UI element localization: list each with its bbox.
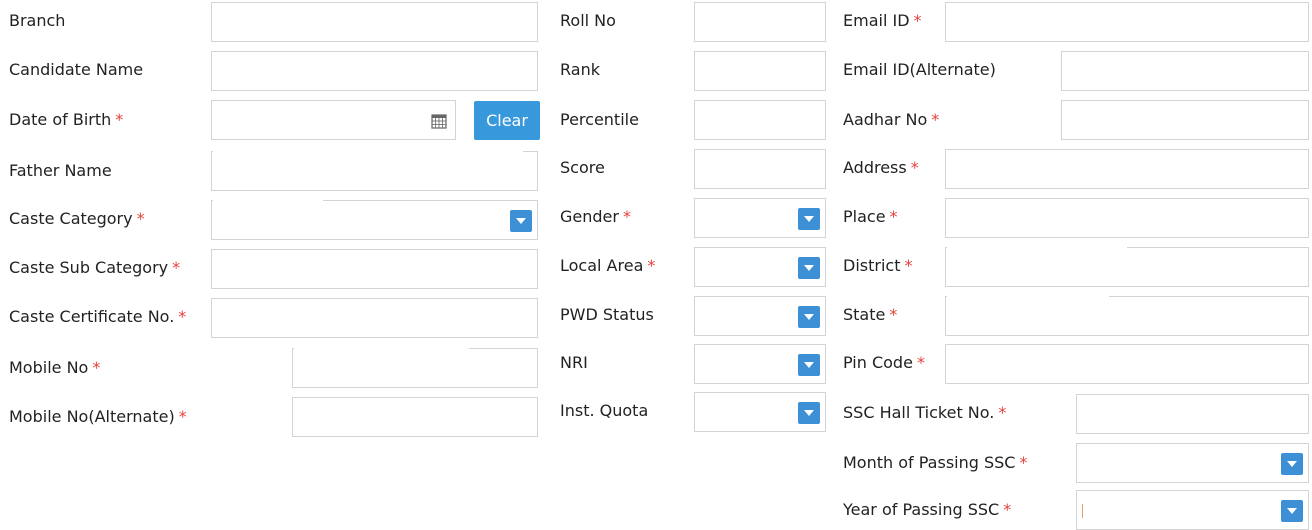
district-label: District *: [843, 256, 913, 275]
chevron-down-icon[interactable]: [798, 402, 820, 424]
caste-sub-category-input[interactable]: [211, 249, 538, 289]
nri-label: NRI: [560, 353, 588, 372]
month-ssc-label: Month of Passing SSC *: [843, 453, 1028, 472]
ssc-hall-ticket-input[interactable]: [1076, 394, 1309, 434]
border-gap: [947, 295, 1109, 298]
calendar-icon[interactable]: [431, 113, 447, 129]
email-alt-input[interactable]: [1061, 51, 1309, 91]
required-star: *: [889, 207, 898, 226]
required-star: *: [910, 158, 919, 177]
clear-button[interactable]: Clear: [474, 101, 540, 140]
pin-code-input[interactable]: [945, 344, 1309, 384]
place-input[interactable]: [945, 198, 1309, 238]
inst-quota-label: Inst. Quota: [560, 401, 649, 420]
local-area-label: Local Area *: [560, 256, 656, 275]
place-label: Place *: [843, 207, 898, 226]
border-gap: [294, 347, 469, 350]
required-star: *: [647, 256, 656, 275]
email-label: Email ID *: [843, 11, 922, 30]
chevron-down-icon[interactable]: [798, 354, 820, 376]
percentile-input[interactable]: [694, 100, 826, 140]
address-label: Address *: [843, 158, 919, 177]
required-star: *: [904, 256, 913, 275]
pwd-status-select[interactable]: [694, 296, 826, 336]
rank-label: Rank: [560, 60, 600, 79]
required-star: *: [115, 110, 124, 129]
roll-no-label: Roll No: [560, 11, 616, 30]
aadhar-label: Aadhar No *: [843, 110, 940, 129]
required-star: *: [998, 403, 1007, 422]
chevron-down-icon[interactable]: [798, 306, 820, 328]
aadhar-input[interactable]: [1061, 100, 1309, 140]
candidate-name-label: Candidate Name: [9, 60, 144, 79]
month-ssc-select[interactable]: [1076, 443, 1309, 483]
required-star: *: [178, 307, 187, 326]
nri-select[interactable]: [694, 344, 826, 384]
chevron-down-icon[interactable]: [798, 208, 820, 230]
rank-input[interactable]: [694, 51, 826, 91]
border-gap: [213, 150, 523, 153]
required-star: *: [931, 110, 940, 129]
mobile-input[interactable]: [292, 348, 538, 388]
required-star: *: [622, 207, 631, 226]
branch-input[interactable]: [211, 2, 538, 42]
gender-label: Gender *: [560, 207, 631, 226]
required-star: *: [889, 305, 898, 324]
email-input[interactable]: [945, 2, 1309, 42]
inst-quota-select[interactable]: [694, 392, 826, 432]
year-ssc-label: Year of Passing SSC *: [843, 500, 1012, 519]
caste-certificate-input[interactable]: [211, 298, 538, 338]
required-star: *: [913, 11, 922, 30]
dob-label: Date of Birth *: [9, 110, 124, 129]
required-star: *: [92, 358, 101, 377]
caste-certificate-label: Caste Certificate No. *: [9, 307, 187, 326]
required-star: *: [178, 407, 187, 426]
caste-category-select[interactable]: [211, 200, 538, 240]
dob-input[interactable]: [211, 100, 456, 140]
required-star: *: [916, 353, 925, 372]
required-star: *: [1003, 500, 1012, 519]
candidate-name-input[interactable]: [211, 51, 538, 91]
caste-category-label: Caste Category *: [9, 209, 145, 228]
state-input[interactable]: [945, 296, 1309, 336]
roll-no-input[interactable]: [694, 2, 826, 42]
border-gap: [213, 199, 323, 202]
local-area-select[interactable]: [694, 247, 826, 287]
required-star: *: [136, 209, 145, 228]
mobile-alt-input[interactable]: [292, 397, 538, 437]
district-input[interactable]: [945, 247, 1309, 287]
mobile-alt-label: Mobile No(Alternate) *: [9, 407, 187, 426]
ssc-hall-ticket-label: SSC Hall Ticket No. *: [843, 403, 1007, 422]
pwd-status-label: PWD Status: [560, 305, 654, 324]
father-name-input[interactable]: [211, 151, 538, 191]
chevron-down-icon[interactable]: [798, 257, 820, 279]
required-star: *: [1019, 453, 1028, 472]
required-star: *: [172, 258, 181, 277]
text-cursor: [1082, 504, 1083, 518]
state-label: State *: [843, 305, 898, 324]
branch-label: Branch: [9, 11, 66, 30]
chevron-down-icon[interactable]: [510, 210, 532, 232]
percentile-label: Percentile: [560, 110, 639, 129]
score-label: Score: [560, 158, 605, 177]
pin-code-label: Pin Code *: [843, 353, 925, 372]
chevron-down-icon[interactable]: [1281, 453, 1303, 475]
chevron-down-icon[interactable]: [1281, 500, 1303, 522]
mobile-label: Mobile No *: [9, 358, 101, 377]
address-input[interactable]: [945, 149, 1309, 189]
gender-select[interactable]: [694, 198, 826, 238]
score-input[interactable]: [694, 149, 826, 189]
year-ssc-select[interactable]: [1076, 490, 1309, 530]
email-alt-label: Email ID(Alternate): [843, 60, 996, 79]
father-name-label: Father Name: [9, 161, 112, 180]
caste-sub-category-label: Caste Sub Category *: [9, 258, 181, 277]
border-gap: [947, 246, 1127, 249]
